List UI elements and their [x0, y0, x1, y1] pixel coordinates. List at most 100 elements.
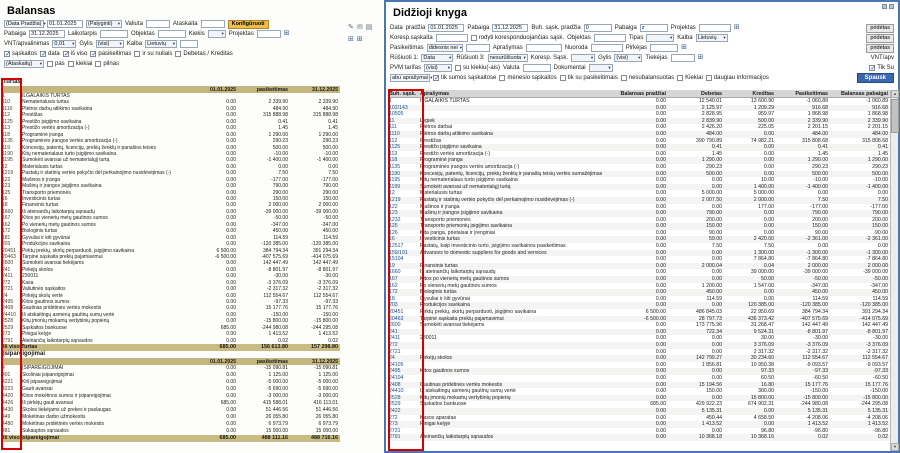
account-code-link[interactable]: 481: [2, 428, 22, 435]
type-select[interactable]: ▾: [646, 34, 674, 42]
project-input[interactable]: [257, 30, 281, 38]
account-code-link[interactable]: 2528: [388, 395, 420, 402]
account-code-link[interactable]: 2791: [388, 434, 420, 441]
account-code-link[interactable]: 2411: [388, 335, 420, 342]
corresponding-select[interactable]: ▾: [571, 54, 595, 62]
ledger-depth-select[interactable]: (visi)▾: [614, 54, 642, 62]
account-code-link[interactable]: 111: [388, 124, 420, 131]
pas-checkbox[interactable]: [47, 61, 53, 67]
vertical-scrollbar[interactable]: ▲ ▼: [890, 90, 898, 451]
more-info-checkbox[interactable]: [706, 75, 712, 81]
corresponding-account-input[interactable]: [436, 34, 468, 42]
account-code-link[interactable]: 16: [388, 236, 420, 243]
account-code-link[interactable]: 1219: [388, 197, 420, 204]
run-report-button[interactable]: Spausk: [857, 73, 894, 83]
account-code-link[interactable]: 1190: [388, 171, 420, 178]
documents-select[interactable]: ▾: [589, 64, 613, 72]
account-code-link[interactable]: 4420: [2, 393, 22, 400]
print-icon[interactable]: ▤: [366, 24, 373, 32]
language-select[interactable]: Lietuvių▾: [145, 40, 177, 48]
account-code-link[interactable]: 4221: [2, 379, 22, 386]
account-code-link[interactable]: 4426: [2, 400, 22, 407]
monthly-accounts-checkbox[interactable]: [499, 75, 505, 81]
account-code-link[interactable]: 273: [388, 421, 420, 428]
ledger-currency-input[interactable]: [523, 64, 551, 72]
ledger-language-select[interactable]: Lietuvių▾: [696, 34, 728, 42]
account-code-link[interactable]: 1110: [388, 131, 420, 138]
account-code-link[interactable]: 1195: [388, 177, 420, 184]
scrollbar-thumb[interactable]: [891, 99, 899, 133]
account-code-link[interactable]: 4430: [2, 407, 22, 414]
pridetas-button[interactable]: pridėtas: [866, 24, 894, 33]
window-control-icon[interactable]: [882, 4, 887, 9]
account-code-link[interactable]: 102/143: [388, 105, 420, 112]
ledger-date-start-input[interactable]: [428, 24, 464, 32]
sort3-select[interactable]: nesurūšiuota▾: [488, 54, 528, 62]
with-zeros-checkbox[interactable]: [134, 51, 140, 57]
change-operator-select[interactable]: didesnis nei▾: [427, 44, 463, 52]
quantity-select[interactable]: ▾: [208, 30, 226, 38]
account-code-link[interactable]: 125: [388, 223, 420, 230]
supplier-picker-icon[interactable]: ⊞: [698, 54, 704, 62]
scroll-down-icon[interactable]: ▼: [891, 443, 899, 451]
change-checkbox[interactable]: [90, 51, 96, 57]
only-account-sums-checkbox[interactable]: [433, 75, 439, 81]
full-checkbox[interactable]: [95, 61, 101, 67]
account-code-link[interactable]: 401: [2, 372, 22, 379]
account-code-link[interactable]: 162: [388, 283, 420, 290]
with-quantity-checkbox[interactable]: [455, 65, 461, 71]
account-code-link[interactable]: 126: [388, 230, 420, 237]
quantities-checkbox[interactable]: [68, 61, 74, 67]
account-code-link[interactable]: 2731: [388, 428, 420, 435]
show-corresponding-checkbox[interactable]: [471, 35, 477, 41]
configure-button[interactable]: Konfigūruoti: [228, 20, 269, 29]
data-checkbox[interactable]: [40, 51, 46, 57]
scroll-up-icon[interactable]: ▲: [891, 90, 899, 98]
account-code-link[interactable]: 12: [388, 190, 420, 197]
window-control-icon[interactable]: [889, 4, 894, 9]
depth-select[interactable]: (visi)▾: [96, 40, 124, 48]
add-window-icon[interactable]: ⊞: [348, 36, 354, 44]
project-picker-icon[interactable]: ⊞: [734, 24, 740, 32]
unbalanced-checkbox[interactable]: [621, 75, 627, 81]
account-code-link[interactable]: 4480: [2, 421, 22, 428]
account-code-link[interactable]: 2529: [388, 401, 420, 408]
reports-select[interactable]: (Ataskaitų)▾: [4, 60, 44, 68]
account-code-link[interactable]: 11: [388, 118, 420, 125]
vat-rate-select[interactable]: (visi)▾: [424, 64, 452, 72]
account-code-link[interactable]: 2600: [388, 322, 420, 329]
extra-input[interactable]: [180, 40, 198, 48]
account-code-link[interactable]: 118: [388, 157, 420, 164]
account-code-link[interactable]: 24410: [388, 388, 420, 395]
account-code-link[interactable]: 12517: [388, 243, 420, 250]
add-window-icon[interactable]: ⊞: [357, 36, 363, 44]
account-code-link[interactable]: 20451: [388, 309, 420, 316]
account-code-link[interactable]: 112: [388, 138, 420, 145]
account-code-link[interactable]: 19: [388, 263, 420, 270]
report-input[interactable]: [201, 20, 225, 28]
account-code-link[interactable]: 2422: [388, 408, 420, 415]
account-code-link[interactable]: 123: [388, 210, 420, 217]
account-code-link[interactable]: 2408: [388, 382, 420, 389]
rounding-select[interactable]: 0,01▾: [52, 40, 76, 48]
account-code-link[interactable]: 24104: [388, 375, 420, 382]
reference-input[interactable]: [591, 44, 623, 52]
account-code-link[interactable]: 1: [388, 98, 420, 105]
ledger-date-end-input[interactable]: [492, 24, 528, 32]
account-code-link[interactable]: 241: [388, 329, 420, 336]
object-input[interactable]: [158, 30, 186, 38]
account-code-link[interactable]: 449: [2, 414, 22, 421]
account-code-link[interactable]: 4: [2, 365, 22, 372]
pridetas-button[interactable]: pridėtas: [866, 34, 894, 43]
account-code-link[interactable]: 172: [388, 289, 420, 296]
description-input[interactable]: [526, 44, 562, 52]
edit-icon[interactable]: ✎: [348, 24, 354, 32]
account-code-link[interactable]: 122: [388, 204, 420, 211]
descriptions-mode-select[interactable]: abu aprašymai▾: [390, 74, 430, 82]
account-code-link[interactable]: 1135: [388, 164, 420, 171]
account-code-link[interactable]: 1199: [388, 184, 420, 191]
account-code-link[interactable]: 1125: [388, 144, 420, 151]
account-code-link[interactable]: 4223: [2, 386, 22, 393]
account-code-link[interactable]: 159/191: [388, 250, 420, 257]
only-sums-checkbox[interactable]: [869, 65, 875, 71]
